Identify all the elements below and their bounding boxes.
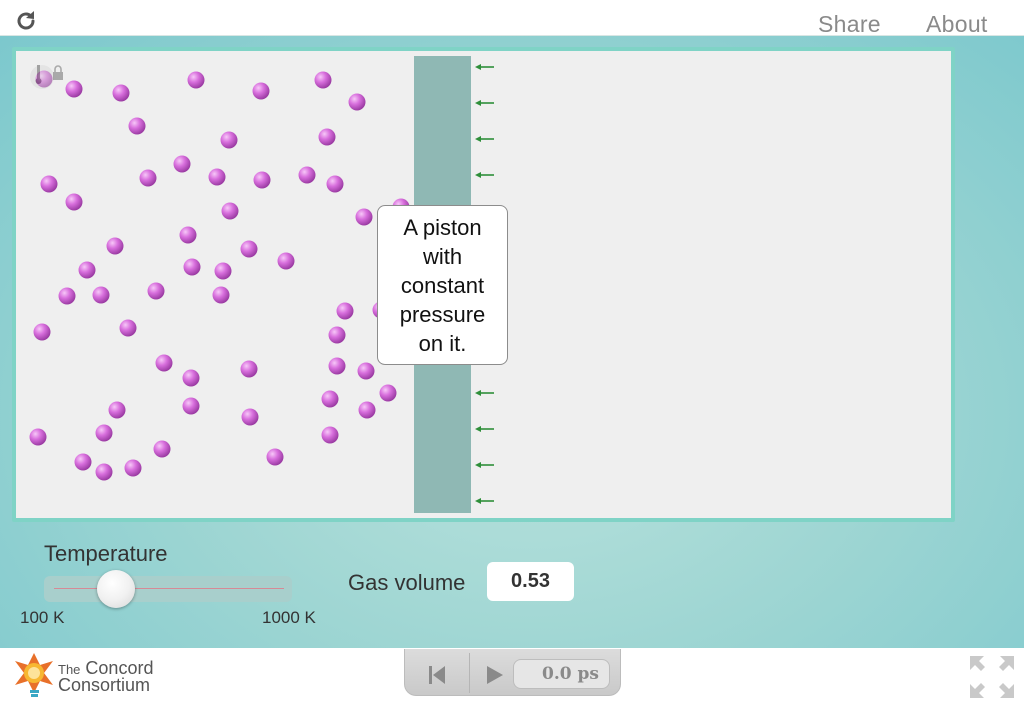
- callout-text: A piston with constant pressure on it.: [399, 214, 486, 356]
- gas-molecule: [74, 453, 92, 471]
- gas-molecule: [328, 326, 346, 344]
- gas-molecule: [328, 357, 346, 375]
- gas-molecule: [348, 93, 366, 111]
- fullscreen-icon[interactable]: [968, 654, 1016, 700]
- time-display: 0.0 ps: [513, 659, 610, 689]
- gas-molecule: [298, 166, 316, 184]
- gas-volume-value: 0.53: [511, 570, 550, 592]
- gas-molecule: [182, 397, 200, 415]
- gas-molecule: [40, 175, 58, 193]
- gas-molecule: [78, 261, 96, 279]
- pressure-arrow: [475, 100, 494, 106]
- lock-icon: [53, 65, 63, 80]
- gas-molecule: [155, 354, 173, 372]
- pressure-arrow: [475, 498, 494, 504]
- gas-molecule: [240, 240, 258, 258]
- pressure-arrow: [475, 172, 494, 178]
- gas-molecule: [314, 71, 332, 89]
- gas-molecule: [214, 262, 232, 280]
- pressure-arrow: [475, 426, 494, 432]
- gas-molecule: [240, 360, 258, 378]
- gas-molecule: [321, 426, 339, 444]
- gas-molecule: [321, 390, 339, 408]
- gas-molecule: [221, 202, 239, 220]
- gas-molecule: [179, 226, 197, 244]
- temperature-min-label: 100 K: [20, 608, 65, 627]
- playback-controls: 0.0 ps: [404, 649, 621, 696]
- gas-molecule: [241, 408, 259, 426]
- gas-molecule: [29, 428, 47, 446]
- gas-molecule: [183, 258, 201, 276]
- gas-molecule: [128, 117, 146, 135]
- gas-molecule: [153, 440, 171, 458]
- gas-molecule: [33, 323, 51, 341]
- reload-icon[interactable]: [14, 9, 38, 33]
- gas-molecule: [208, 168, 226, 186]
- gas-molecule: [124, 459, 142, 477]
- temperature-label: Temperature: [44, 541, 168, 566]
- temperature-max-label: 1000 K: [262, 608, 316, 627]
- gas-molecule: [92, 286, 110, 304]
- gas-molecule: [119, 319, 137, 337]
- gas-molecule: [182, 369, 200, 387]
- about-link[interactable]: About: [926, 11, 988, 38]
- gas-molecule: [112, 84, 130, 102]
- gas-molecule: [212, 286, 230, 304]
- pressure-arrow: [475, 136, 494, 142]
- gas-molecule: [187, 71, 205, 89]
- gas-molecule: [65, 193, 83, 211]
- slider-track: [54, 588, 284, 589]
- gas-volume-label: Gas volume: [348, 570, 466, 595]
- controls-divider: [469, 653, 470, 693]
- gas-molecule: [108, 401, 126, 419]
- play-icon[interactable]: [477, 661, 511, 689]
- thermometer-icon: [30, 65, 54, 89]
- gas-molecule: [253, 171, 271, 189]
- gas-molecule: [139, 169, 157, 187]
- top-bar: Share About: [0, 0, 1024, 38]
- gas-volume-readout: 0.53: [487, 562, 574, 601]
- gas-molecule: [358, 401, 376, 419]
- gas-molecule: [95, 424, 113, 442]
- gas-molecule: [277, 252, 295, 270]
- temperature-slider[interactable]: [44, 570, 292, 608]
- gas-molecule: [266, 448, 284, 466]
- pressure-arrow: [475, 462, 494, 468]
- gas-molecule: [336, 302, 354, 320]
- logo-text-line2: Consortium: [58, 675, 151, 695]
- gas-molecule: [252, 82, 270, 100]
- gas-molecule: [326, 175, 344, 193]
- gas-molecule: [58, 287, 76, 305]
- pressure-arrow: [475, 64, 494, 70]
- gas-molecules: [29, 70, 410, 481]
- piston-callout: A piston with constant pressure on it.: [377, 205, 508, 365]
- gas-molecule: [147, 282, 165, 300]
- gas-molecule: [379, 384, 397, 402]
- gas-molecule: [95, 463, 113, 481]
- skip-back-icon[interactable]: [419, 661, 453, 689]
- gas-molecule: [65, 80, 83, 98]
- gas-molecule: [106, 237, 124, 255]
- concord-logo-icon[interactable]: [12, 652, 58, 700]
- gas-molecule: [355, 208, 373, 226]
- pressure-arrow: [475, 390, 494, 396]
- gas-molecule: [173, 155, 191, 173]
- share-link[interactable]: Share: [818, 11, 881, 38]
- footer: The Concord Consortium 0.0 ps: [0, 648, 1024, 706]
- gas-molecule: [318, 128, 336, 146]
- gas-molecule: [357, 362, 375, 380]
- slider-thumb[interactable]: [97, 570, 135, 608]
- gas-molecule: [220, 131, 238, 149]
